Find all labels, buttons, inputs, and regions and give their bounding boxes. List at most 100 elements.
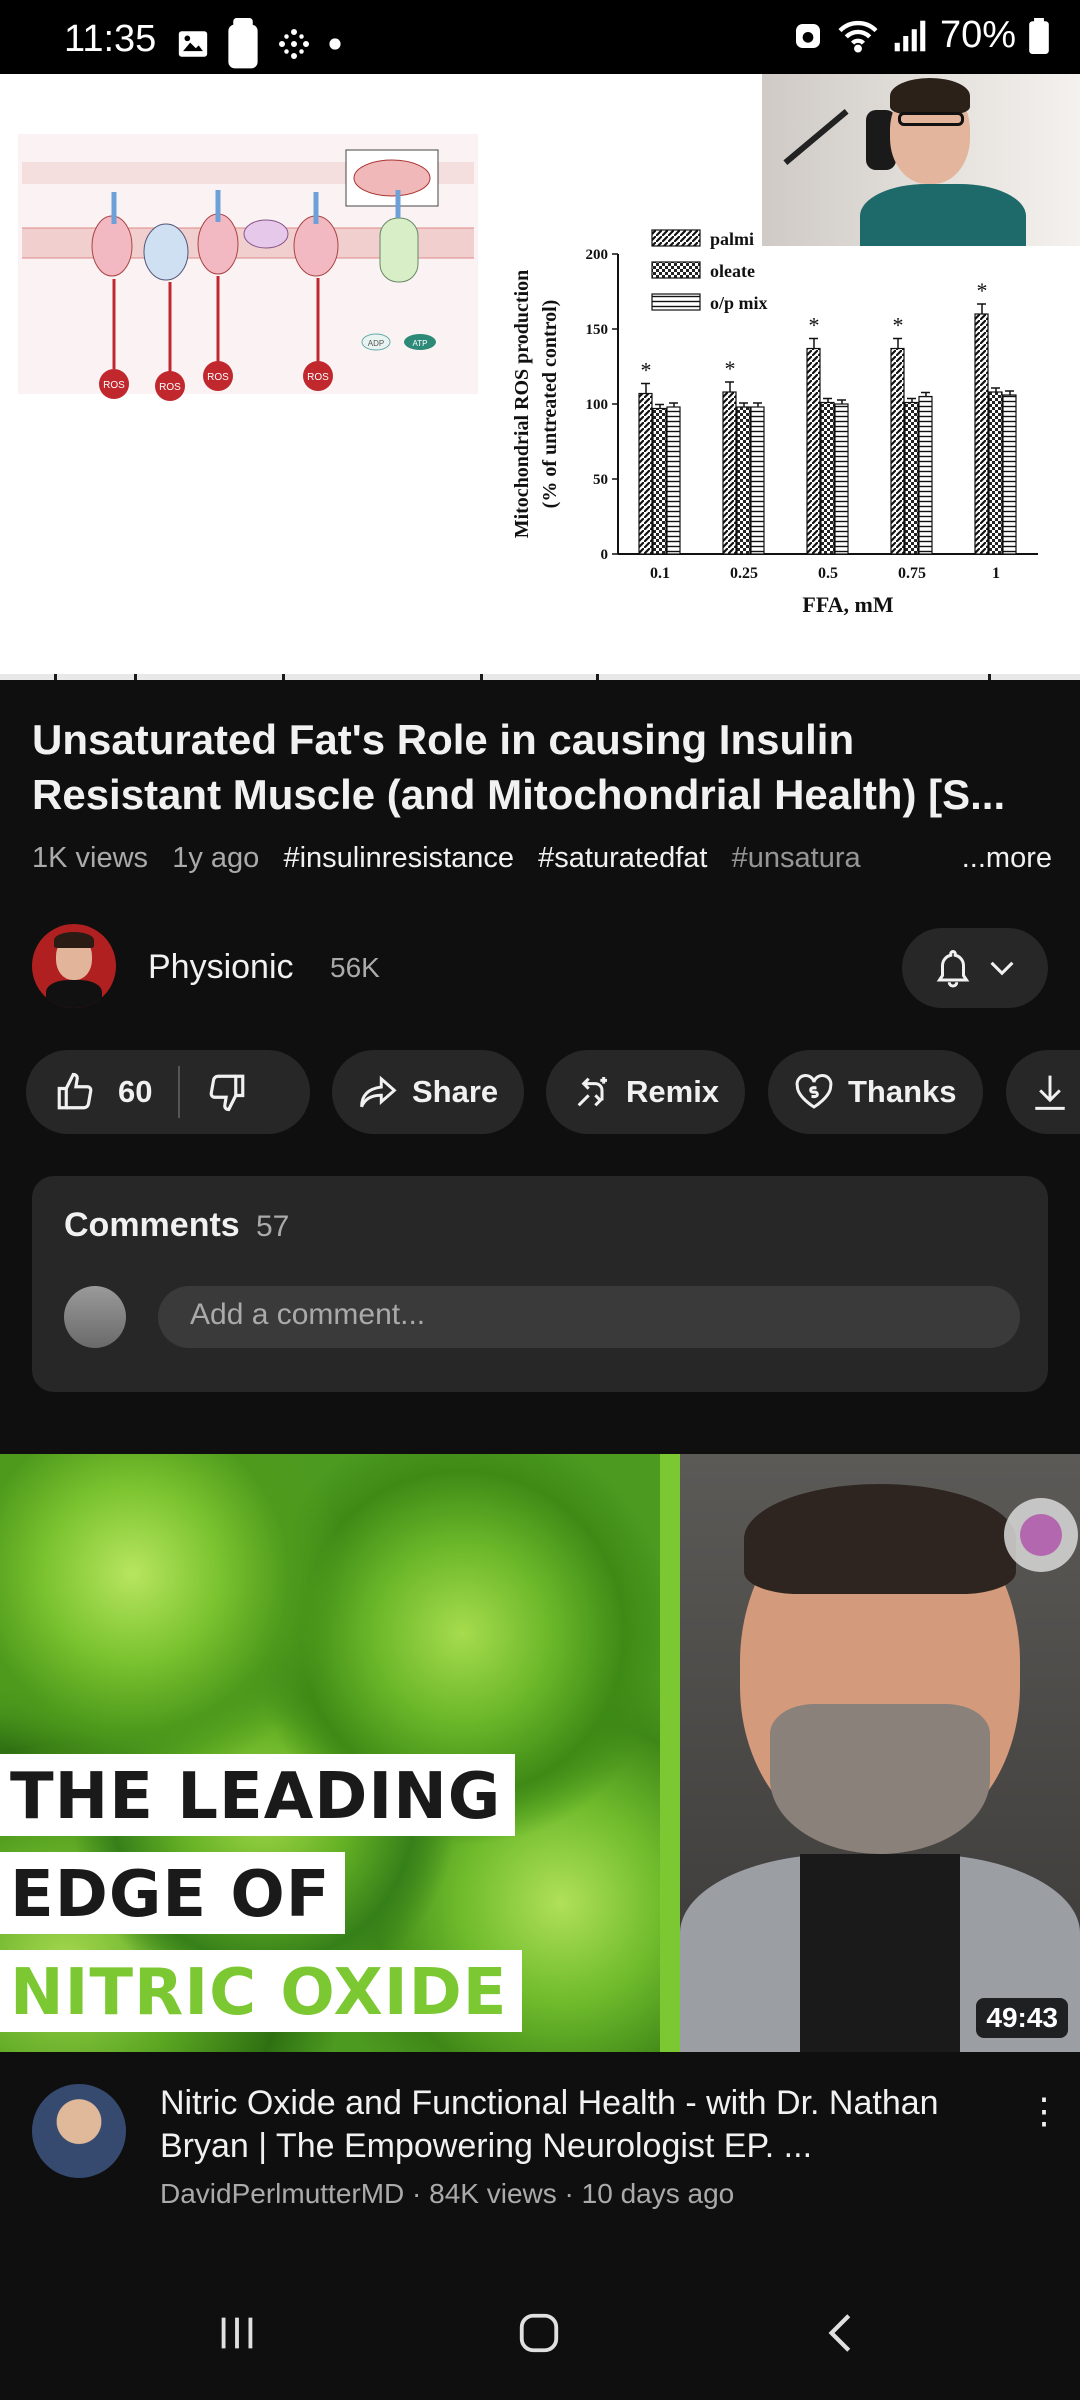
- like-count[interactable]: 60: [118, 1074, 152, 1110]
- divider: [178, 1066, 181, 1118]
- legend-label: oleate: [710, 261, 755, 281]
- wifi-icon: [838, 20, 878, 53]
- action-bar: 60 Share Remix Thanks: [26, 1050, 1080, 1134]
- bar-opmix-0.5: [834, 403, 849, 555]
- hashtag[interactable]: #unsatura: [732, 842, 861, 874]
- significance-mark: *: [977, 278, 988, 303]
- alarm-icon: [795, 23, 820, 48]
- significance-mark: *: [725, 356, 736, 381]
- bar-opmix-0.1: [666, 406, 681, 555]
- upload-age: 1y ago: [172, 842, 260, 874]
- channel-avatar[interactable]: [32, 924, 116, 1008]
- next-video-title[interactable]: Nitric Oxide and Functional Health - wit…: [160, 2082, 1000, 2168]
- add-comment-input[interactable]: Add a comment...: [158, 1286, 1020, 1348]
- divider-strip: [660, 1454, 680, 2052]
- chevron-down-icon: [990, 961, 1014, 976]
- status-time: 11:35: [64, 18, 157, 60]
- legend-swatch: [651, 293, 701, 311]
- video-progress-bar[interactable]: [0, 674, 1080, 680]
- bar-palmi-0.5: [806, 347, 821, 555]
- signal-icon: [894, 20, 926, 51]
- comments-count: 57: [256, 1210, 290, 1243]
- ros-label: ROS: [207, 372, 229, 383]
- grid-dots-icon: [279, 29, 309, 59]
- ros-bar-chart: 0 50 100 150 200 Mitochondrial ROS production…: [511, 229, 1038, 617]
- download-button[interactable]: [1006, 1050, 1080, 1134]
- next-video-info[interactable]: Nitric Oxide and Functional Health - wit…: [32, 2082, 1062, 2232]
- notification-bell-button[interactable]: [902, 928, 1048, 1008]
- back-button[interactable]: [820, 2310, 866, 2356]
- system-icons: 70%: [792, 14, 1050, 57]
- like-dislike-pill: 60: [26, 1050, 310, 1134]
- thumbs-down-icon[interactable]: [206, 1071, 248, 1113]
- floating-bubble-icon[interactable]: [1004, 1498, 1078, 1572]
- y-tick-label: 50: [593, 472, 608, 488]
- notification-icons: [176, 18, 342, 70]
- heart-dollar-icon: [795, 1074, 833, 1109]
- bar-opmix-0.75: [918, 395, 933, 555]
- x-tick-label: 0.5: [818, 565, 838, 582]
- status-bar: 11:35 70%: [0, 0, 1080, 74]
- thumbnail-text-line-2: EDGE OF: [0, 1852, 345, 1934]
- y-tick-label: 100: [586, 397, 609, 413]
- significance-mark: *: [893, 313, 904, 338]
- user-avatar: [64, 1286, 126, 1348]
- bar-oleate-0.1: [652, 407, 667, 555]
- thanks-button[interactable]: Thanks: [768, 1050, 983, 1134]
- y-tick-label: 150: [586, 322, 609, 338]
- video-title[interactable]: Unsaturated Fat's Role in causing Insuli…: [32, 712, 1052, 822]
- more-options-icon[interactable]: ⋮: [1026, 2090, 1062, 2132]
- comments-section[interactable]: Comments 57 Add a comment...: [32, 1176, 1048, 1392]
- share-icon: [360, 1075, 397, 1108]
- x-tick-label: 1: [992, 565, 1000, 582]
- channel-name[interactable]: Physionic: [148, 948, 294, 987]
- y-tick-label: 0: [601, 547, 609, 563]
- channel-avatar[interactable]: [32, 2084, 126, 2178]
- bar-palmi-1: [974, 313, 989, 555]
- recent-apps-button[interactable]: [214, 2310, 260, 2356]
- video-player[interactable]: ATP ADP ROS ROS ROS ROS 0 50 100 150 200 Mito…: [0, 74, 1080, 680]
- bar-opmix-0.25: [750, 406, 765, 555]
- presenter-webcam: [762, 74, 1080, 246]
- legend-label: o/p mix: [710, 293, 768, 313]
- bar-palmi-0.75: [890, 347, 905, 555]
- thumbs-up-icon[interactable]: [54, 1071, 96, 1113]
- thumbnail-text-line-3: NITRIC OXIDE: [0, 1950, 522, 2032]
- y-axis-title: Mitochondrial ROS production: [511, 270, 533, 539]
- bar-oleate-0.75: [904, 401, 919, 555]
- battery-icon: [1029, 17, 1049, 54]
- bar-palmi-0.25: [722, 391, 737, 555]
- remix-button[interactable]: Remix: [546, 1050, 746, 1134]
- battery-percent: 70%: [939, 14, 1016, 56]
- x-tick-label: 0.75: [898, 565, 926, 582]
- bar-palmi-0.1: [638, 392, 653, 555]
- sim-card-icon: [228, 18, 258, 69]
- adp-label: ADP: [368, 339, 384, 348]
- x-axis-title: FFA, mM: [802, 592, 893, 617]
- video-meta[interactable]: 1K views 1y ago #insulinresistance #satu…: [32, 842, 1052, 875]
- bar-oleate-0.5: [820, 401, 835, 555]
- y-tick-label: 200: [586, 247, 609, 263]
- remix-label: Remix: [626, 1074, 720, 1109]
- thanks-label: Thanks: [848, 1074, 957, 1109]
- atp-label: ATP: [413, 339, 428, 348]
- hashtag[interactable]: #insulinresistance: [283, 842, 514, 874]
- ros-label: ROS: [307, 372, 329, 383]
- legend-swatch: [651, 261, 701, 279]
- next-video-thumbnail[interactable]: THE LEADING EDGE OF NITRIC OXIDE 49:43: [0, 1454, 1080, 2052]
- more-link[interactable]: ...more: [951, 842, 1052, 875]
- hashtag[interactable]: #saturatedfat: [538, 842, 707, 874]
- home-button[interactable]: [516, 2310, 562, 2356]
- channel-row: Physionic 56K: [32, 924, 1048, 1010]
- view-count: 1K views: [32, 842, 149, 874]
- bar-opmix-1: [1002, 394, 1017, 555]
- video-duration-badge: 49:43: [976, 1998, 1068, 2038]
- ros-label: ROS: [103, 380, 125, 391]
- share-button[interactable]: Share: [332, 1050, 525, 1134]
- comments-title: Comments: [64, 1206, 240, 1244]
- gallery-icon: [178, 31, 208, 57]
- subscriber-count: 56K: [330, 952, 380, 983]
- download-icon: [1035, 1075, 1065, 1110]
- bell-icon: [936, 949, 970, 988]
- remix-icon: [577, 1077, 607, 1107]
